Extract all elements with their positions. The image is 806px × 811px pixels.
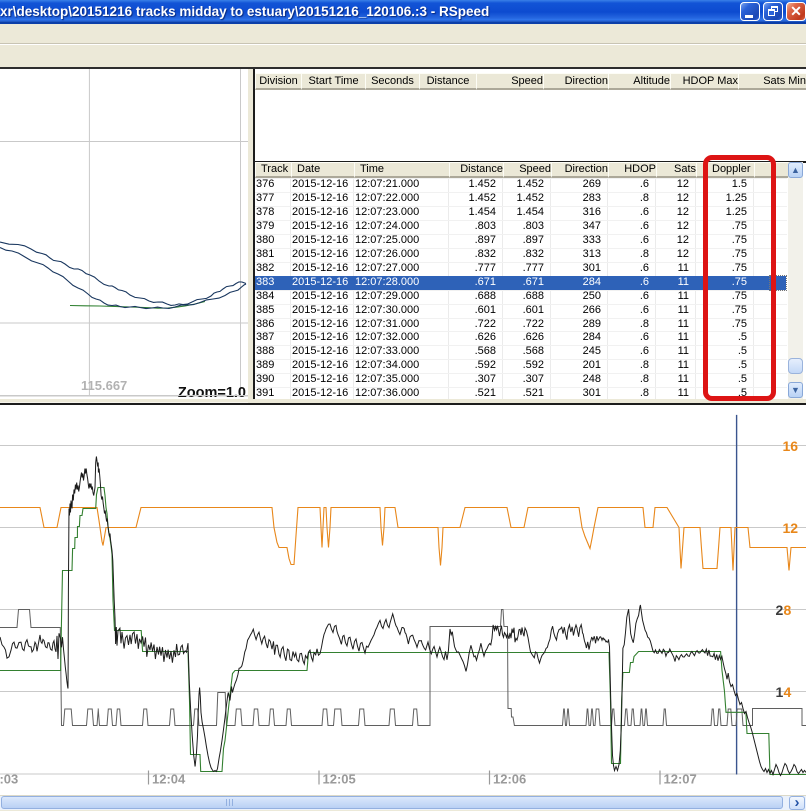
svg-text:12:05: 12:05 — [323, 771, 356, 786]
svg-text:4: 4 — [784, 684, 792, 700]
svg-text:1: 1 — [776, 684, 784, 700]
svg-text:115.667: 115.667 — [81, 378, 127, 393]
svg-text:12: 12 — [783, 520, 799, 536]
svg-text:12:04: 12:04 — [152, 771, 186, 786]
svg-text:12:06: 12:06 — [493, 771, 526, 786]
svg-text:12:07: 12:07 — [664, 771, 697, 786]
svg-text:16: 16 — [783, 438, 799, 454]
svg-text:8: 8 — [784, 602, 792, 618]
svg-text:2: 2 — [776, 602, 784, 618]
svg-text:12:03: 12:03 — [0, 771, 18, 786]
